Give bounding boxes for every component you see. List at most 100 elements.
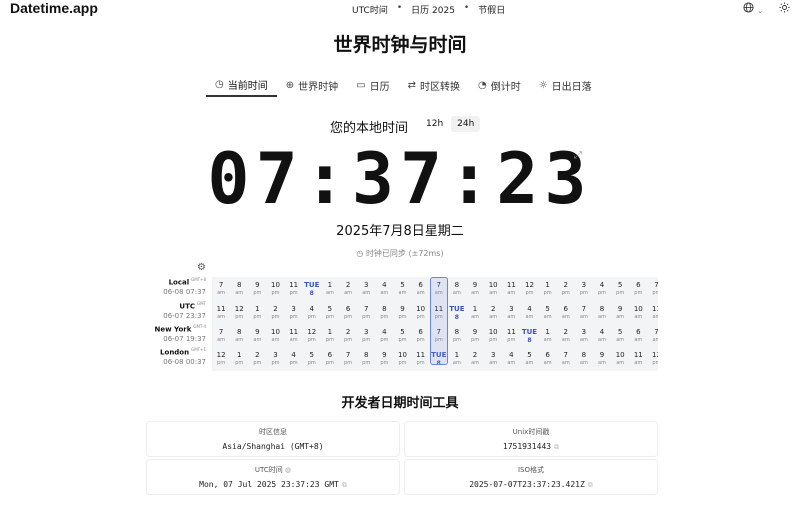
hour-cell[interactable]: 11 pm <box>285 277 303 301</box>
tab-calendar[interactable]: ▭ 日历 <box>347 74 398 97</box>
hour-cell[interactable]: 4 pm <box>593 277 611 301</box>
brand-logo[interactable]: Datetime.app <box>10 0 98 16</box>
hour-cell[interactable]: 3 am <box>575 324 593 348</box>
hour-cell[interactable]: 6 am <box>412 277 430 301</box>
hour-cell[interactable]: 6 am <box>629 324 647 348</box>
hour-cell[interactable]: 10 am <box>629 301 647 325</box>
hour-cell[interactable]: 2 am <box>466 347 484 371</box>
hour-cell[interactable]: 9 pm <box>466 324 484 348</box>
hour-cell[interactable]: 10 am <box>484 277 502 301</box>
hour-cell[interactable]: 5 pm <box>321 301 339 325</box>
hour-cell[interactable]: 3 pm <box>285 301 303 325</box>
hour-cell[interactable]: 10 pm <box>484 324 502 348</box>
hour-cell[interactable]: 8 am <box>230 277 248 301</box>
hour-cell[interactable]: 4 pm <box>375 324 393 348</box>
hour-cell[interactable]: 2 pm <box>557 277 575 301</box>
tab-timezone-converter[interactable]: ⇄ 时区转换 <box>399 74 469 97</box>
hour-cell[interactable]: 4 am <box>502 347 520 371</box>
hour-cell[interactable]: 1 pm <box>539 277 557 301</box>
hour-cell[interactable]: 1 am <box>539 324 557 348</box>
fullscreen-icon[interactable]: ⤢ <box>574 150 582 161</box>
tab-world-clock[interactable]: ⊕ 世界时钟 <box>277 74 347 97</box>
hour-cell[interactable]: 2 am <box>557 324 575 348</box>
hour-cell[interactable]: 5 am <box>393 277 411 301</box>
hour-cell[interactable]: 9 am <box>593 347 611 371</box>
theme-toggle-icon[interactable] <box>779 2 790 16</box>
hour-cell[interactable]: 2 pm <box>266 301 284 325</box>
hour-cell[interactable]: 3 pm <box>575 277 593 301</box>
hour-cell[interactable]: 6 pm <box>339 301 357 325</box>
hour-cell[interactable]: 8 am <box>593 301 611 325</box>
hour-cell[interactable]: 1 am <box>321 277 339 301</box>
copy-icon[interactable]: ⧉ <box>342 481 347 489</box>
hour-cell[interactable]: 3 am <box>357 277 375 301</box>
hour-cell[interactable]: 12pm <box>212 347 230 371</box>
tab-sunrise-sunset[interactable]: ☼ 日出日落 <box>530 74 601 97</box>
hour-cell[interactable]: 12pm <box>230 301 248 325</box>
hour-cell[interactable]: 7 am <box>557 347 575 371</box>
hour-cell[interactable]: 7 am <box>212 277 230 301</box>
hour-cell[interactable]: 10 am <box>266 324 284 348</box>
hour-cell[interactable]: 12pm <box>303 324 321 348</box>
globe-icon[interactable]: ⌄ <box>743 2 763 16</box>
nav-calendar-2025[interactable]: 日历 2025 <box>411 3 455 16</box>
hour-cell[interactable]: 9 pm <box>393 301 411 325</box>
format-12h-button[interactable]: 12h <box>420 116 449 132</box>
nav-utc-time[interactable]: UTC时间 <box>352 3 388 16</box>
hour-cell[interactable]: 1 am <box>466 301 484 325</box>
timezone-label[interactable]: Local GMT+8 06-08 07:37 <box>140 277 206 296</box>
hour-cell[interactable]: 3 pm <box>357 324 375 348</box>
hour-cell[interactable]: TUE 8 <box>520 324 538 348</box>
hour-cell[interactable]: 9 am <box>466 277 484 301</box>
hour-cell[interactable]: 10 pm <box>393 347 411 371</box>
hour-cell[interactable]: 2 pm <box>248 347 266 371</box>
hour-cell[interactable]: 8 am <box>230 324 248 348</box>
hour-cell[interactable]: 7pm <box>647 277 658 301</box>
timezone-label[interactable]: London GMT+1 06-08 00:37 <box>140 347 206 366</box>
hour-cell[interactable]: 11am <box>212 301 230 325</box>
hour-cell[interactable]: 10 pm <box>412 301 430 325</box>
hour-cell[interactable]: TUE 8 <box>303 277 321 301</box>
hour-cell[interactable]: 6 pm <box>412 324 430 348</box>
hour-cell[interactable]: 8 pm <box>375 301 393 325</box>
hour-cell[interactable]: 5 pm <box>611 277 629 301</box>
hour-cell[interactable]: 6 pm <box>321 347 339 371</box>
copy-icon[interactable]: ⧉ <box>588 481 593 489</box>
hour-cell[interactable]: 9 pm <box>375 347 393 371</box>
hour-cell[interactable]: 3 pm <box>266 347 284 371</box>
hour-cell[interactable]: 2 pm <box>339 324 357 348</box>
hour-cell[interactable]: 7 am <box>575 301 593 325</box>
hour-cell[interactable]: 4 pm <box>303 301 321 325</box>
hour-cell[interactable]: 11am <box>502 277 520 301</box>
hour-cell[interactable]: 5 pm <box>303 347 321 371</box>
hour-cell[interactable]: 4 pm <box>285 347 303 371</box>
tab-current-time[interactable]: ◷ 当前时间 <box>206 74 277 97</box>
hour-cell[interactable]: 11 pm <box>412 347 430 371</box>
gear-icon[interactable]: ⚙ <box>197 262 206 273</box>
hour-cell[interactable]: 5 am <box>611 324 629 348</box>
hour-cell[interactable]: 4 am <box>375 277 393 301</box>
hour-cell[interactable]: 9 am <box>611 301 629 325</box>
timezone-label[interactable]: New York GMT-4 06-07 19:37 <box>140 324 206 343</box>
hour-cell[interactable]: 3 am <box>484 347 502 371</box>
hour-cell[interactable]: 7 am <box>647 324 658 348</box>
hour-cell[interactable]: 7pm <box>357 301 375 325</box>
hour-cell[interactable]: 1 pm <box>248 301 266 325</box>
hour-cell[interactable]: 10 am <box>611 347 629 371</box>
hour-cell[interactable]: 5 pm <box>393 324 411 348</box>
nav-holidays[interactable]: 节假日 <box>478 3 505 16</box>
hour-cell[interactable]: 1 pm <box>230 347 248 371</box>
hour-cell[interactable]: 8 am <box>448 277 466 301</box>
hour-cell[interactable]: 1 am <box>448 347 466 371</box>
hour-cell[interactable]: 12pm <box>520 277 538 301</box>
hour-cell[interactable]: 3 am <box>502 301 520 325</box>
hour-cell[interactable]: 4 am <box>520 301 538 325</box>
hour-cell[interactable]: 9 pm <box>248 277 266 301</box>
hour-cell[interactable]: 8 pm <box>448 324 466 348</box>
hour-cell[interactable]: 12pm <box>647 347 658 371</box>
copy-icon[interactable]: ⧉ <box>554 443 559 451</box>
tab-countdown[interactable]: ◔ 倒计时 <box>469 74 530 97</box>
hour-cell[interactable]: 9 am <box>248 324 266 348</box>
hour-cell[interactable]: 11am <box>647 301 658 325</box>
format-24h-button[interactable]: 24h <box>451 116 481 132</box>
